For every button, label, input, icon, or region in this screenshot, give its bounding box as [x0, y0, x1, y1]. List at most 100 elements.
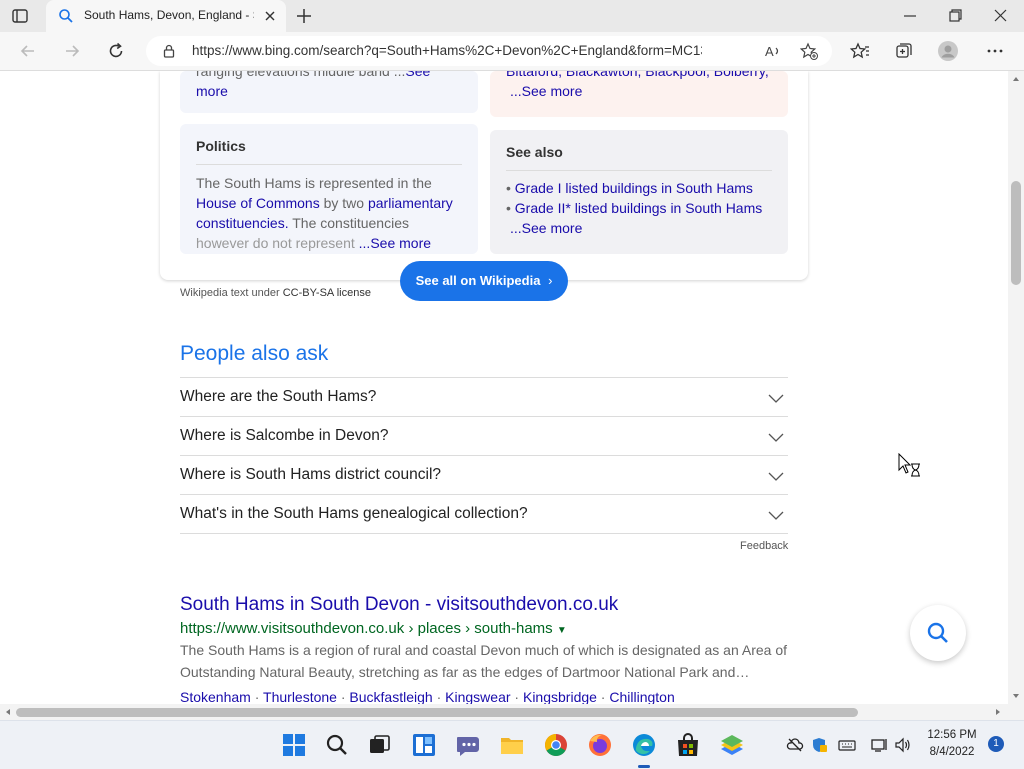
chevron-down-icon[interactable] [768, 390, 784, 406]
paa-question-row[interactable]: Where is Salcombe in Devon? [180, 416, 788, 456]
new-tab-icon[interactable] [294, 6, 314, 26]
scroll-down-icon[interactable] [1008, 688, 1024, 704]
floating-search-button[interactable] [910, 605, 966, 661]
divider [506, 170, 772, 171]
task-view-icon[interactable] [366, 731, 394, 759]
refresh-icon[interactable] [106, 41, 126, 61]
sublink[interactable]: Kingsbridge [523, 689, 597, 704]
favorites-icon[interactable] [850, 41, 870, 61]
result-url-text[interactable]: https://www.visitsouthdevon.co.uk › plac… [180, 620, 553, 637]
chevron-down-icon[interactable] [768, 468, 784, 484]
scroll-up-icon[interactable] [1008, 71, 1024, 87]
address-toolbar: https://www.bing.com/search?q=South+Hams… [0, 32, 1024, 71]
villages-links[interactable]: Bittaford, Blackawton, Blackpool, Bolber… [506, 71, 769, 79]
see-more-link-continued[interactable]: more [196, 83, 228, 99]
horizontal-scrollbar[interactable] [0, 704, 1008, 720]
chevron-down-icon[interactable] [768, 429, 784, 445]
collections-icon[interactable] [894, 41, 914, 61]
list-item: • Grade I listed buildings in South Hams [506, 180, 753, 196]
security-shield-icon[interactable] [810, 736, 828, 754]
keyboard-icon[interactable] [838, 736, 856, 754]
edge-icon[interactable] [630, 731, 658, 759]
chevron-right-icon: › [548, 273, 553, 288]
address-bar[interactable]: https://www.bing.com/search?q=South+Hams… [146, 36, 832, 66]
scrollbar-corner [1008, 704, 1024, 720]
sublink[interactable]: Stokenham [180, 689, 251, 704]
network-icon[interactable] [870, 736, 888, 754]
see-more-link[interactable]: ...See more [510, 83, 582, 99]
see-all-wikipedia-button[interactable]: See all on Wikipedia › [400, 261, 568, 301]
bluestacks-icon[interactable] [718, 731, 746, 759]
store-icon[interactable] [674, 731, 702, 759]
lock-icon[interactable] [162, 44, 176, 58]
parliamentary-link[interactable]: parliamentary [368, 195, 453, 211]
clock-date[interactable]: 8/4/2022 [920, 746, 984, 758]
people-also-ask-heading: People also ask [180, 342, 329, 365]
paa-question[interactable]: Where are the South Hams? [180, 388, 376, 406]
scroll-left-icon[interactable] [0, 704, 16, 720]
result-snippet: The South Hams is a region of rural and … [180, 642, 788, 680]
see-more-link[interactable]: ...See more [359, 235, 431, 251]
paa-question-row[interactable]: Where are the South Hams? [180, 377, 788, 417]
see-more-row: ...See more [506, 218, 786, 238]
license-link[interactable]: CC-BY-SA license [283, 287, 371, 299]
paa-question[interactable]: Where is South Hams district council? [180, 466, 441, 484]
vertical-scrollbar[interactable] [1008, 71, 1024, 704]
sublink[interactable]: Thurlestone [263, 689, 337, 704]
search-icon [927, 622, 948, 643]
back-icon[interactable] [18, 41, 38, 61]
profile-avatar-icon[interactable] [938, 41, 958, 61]
vertical-scroll-thumb[interactable] [1011, 181, 1021, 285]
see-more-link[interactable]: ...See more [510, 220, 582, 236]
sublink[interactable]: Kingswear [445, 689, 510, 704]
add-favorite-icon[interactable] [800, 42, 818, 60]
file-explorer-icon[interactable] [498, 731, 526, 759]
sublink[interactable]: Buckfastleigh [349, 689, 432, 704]
paa-question[interactable]: What's in the South Hams genealogical co… [180, 505, 528, 523]
restore-icon[interactable] [935, 4, 975, 28]
paa-question[interactable]: Where is Salcombe in Devon? [180, 427, 389, 445]
tab-title: South Hams, Devon, England - Search [84, 8, 254, 22]
volume-icon[interactable] [894, 736, 912, 754]
constituencies-link[interactable]: constituencies. [196, 215, 289, 231]
tab-actions-icon[interactable] [10, 6, 30, 26]
close-window-icon[interactable] [980, 4, 1020, 28]
teams-chat-icon[interactable] [454, 731, 482, 759]
paa-question-row[interactable]: What's in the South Hams genealogical co… [180, 494, 788, 534]
chrome-icon[interactable] [542, 731, 570, 759]
see-also-link[interactable]: Grade II* listed buildings in South Hams [515, 200, 762, 216]
minimize-icon[interactable] [890, 4, 930, 28]
card-snippet: ranging elevations middle band ...See mor… [196, 71, 466, 101]
scroll-right-icon[interactable] [990, 704, 1006, 720]
card-title: See also [506, 144, 563, 160]
widgets-icon[interactable] [410, 731, 438, 759]
page-viewport: ranging elevations middle band ...See mor… [0, 71, 1008, 704]
see-also-link[interactable]: Grade I listed buildings in South Hams [515, 180, 753, 196]
more-options-icon[interactable] [985, 41, 1005, 61]
result-title-link[interactable]: South Hams in South Devon - visitsouthde… [180, 594, 618, 616]
horizontal-scroll-thumb[interactable] [16, 708, 858, 717]
start-icon[interactable] [280, 731, 308, 759]
url-text[interactable]: https://www.bing.com/search?q=South+Hams… [192, 43, 702, 58]
see-more-link[interactable]: See [405, 71, 430, 79]
firefox-icon[interactable] [586, 731, 614, 759]
clock-time[interactable]: 12:56 PM [920, 729, 984, 741]
see-also-list: • Grade I listed buildings in South Hams… [506, 178, 786, 238]
chevron-down-icon[interactable] [768, 507, 784, 523]
house-of-commons-link[interactable]: House of Commons [196, 195, 320, 211]
onedrive-offline-icon[interactable] [786, 736, 804, 754]
close-tab-icon[interactable] [262, 8, 278, 24]
forward-icon[interactable] [62, 41, 82, 61]
active-tab[interactable]: South Hams, Devon, England - Search [46, 0, 286, 32]
read-aloud-icon[interactable]: A [764, 42, 782, 60]
result-url[interactable]: https://www.visitsouthdevon.co.uk › plac… [180, 620, 567, 637]
see-all-wikipedia-label: See all on Wikipedia [415, 273, 541, 288]
search-icon[interactable] [323, 731, 351, 759]
caret-down-icon[interactable]: ▼ [557, 625, 567, 636]
paa-question-row[interactable]: Where is South Hams district council? [180, 455, 788, 495]
politics-text-line: The South Hams is represented in the [196, 175, 432, 191]
divider [180, 533, 788, 534]
sublink[interactable]: Chillington [609, 689, 674, 704]
feedback-link[interactable]: Feedback [740, 540, 788, 552]
notification-badge[interactable]: 1 [988, 736, 1004, 752]
